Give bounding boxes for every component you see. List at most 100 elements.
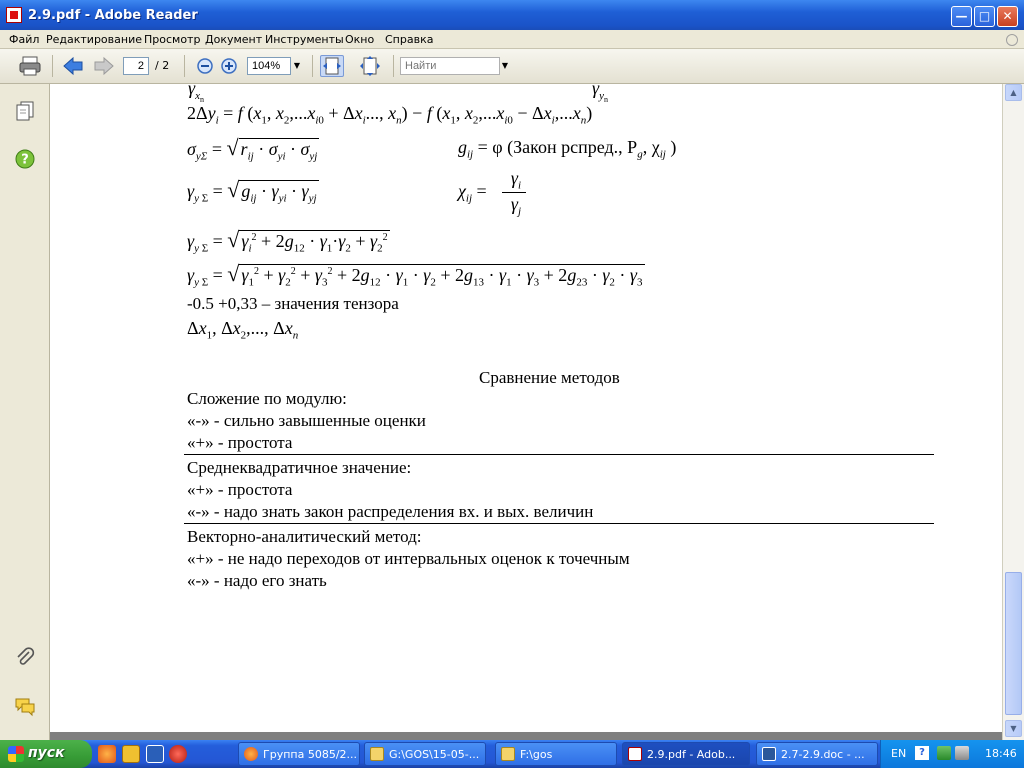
formula-top-cut: γxn xyxy=(188,84,204,104)
menu-bar: Файл Редактирование Просмотр Документ Ин… xyxy=(0,30,1024,49)
taskbar-item[interactable]: F:\gos xyxy=(495,742,617,766)
comments-icon[interactable] xyxy=(14,695,36,717)
method-line: «-» - сильно завышенные оценки xyxy=(187,411,426,430)
navigation-panel: ? xyxy=(0,84,50,740)
task-label: 2.9.pdf - Adob... xyxy=(647,748,736,761)
sigma-symbol: σ xyxy=(187,139,196,159)
window-title: 2.9.pdf - Adobe Reader xyxy=(28,8,198,23)
formula-gamma-g: γy Σ = √ gij · γyi · γyj xyxy=(187,177,319,205)
pages-icon[interactable] xyxy=(14,100,36,122)
formula-gamma-two: γy Σ = √ γi2 + 2g12 · γ1·γ2 + γ22 xyxy=(187,227,390,255)
media-quicklaunch-icon[interactable] xyxy=(169,745,187,763)
clock[interactable]: 18:46 xyxy=(985,747,1017,760)
find-dropdown-arrow-icon[interactable]: ▼ xyxy=(498,57,512,75)
menu-tools[interactable]: Инструменты xyxy=(265,33,344,46)
zoom-in-icon[interactable] xyxy=(218,55,242,77)
method-line: «+» - простота xyxy=(187,480,293,499)
scrollbar-thumb[interactable] xyxy=(1005,572,1022,715)
menu-window[interactable]: Окно xyxy=(345,33,374,46)
title-bar: 2.9.pdf - Adobe Reader — □ ✕ xyxy=(0,0,1024,30)
help-icon[interactable]: ? xyxy=(14,148,36,170)
task-label: Группа 5085/2... xyxy=(263,748,358,761)
previous-page-icon[interactable] xyxy=(61,55,85,77)
language-indicator[interactable]: EN xyxy=(891,747,906,760)
pdf-app-icon xyxy=(6,7,22,23)
formula-gamma-three: γy Σ = √ γ12 + γ22 + γ32 + 2g12 · γ1 · γ2… xyxy=(187,261,645,289)
close-button[interactable]: ✕ xyxy=(997,6,1018,27)
divider xyxy=(184,454,934,455)
taskbar-item-active[interactable]: 2.9.pdf - Adob... xyxy=(622,742,750,766)
chi-denominator: γj xyxy=(510,194,522,218)
method-line: «+» - простота xyxy=(187,433,293,452)
task-label: G:\GOS\15-05-... xyxy=(389,748,480,761)
page-number-input[interactable] xyxy=(123,57,149,75)
method-heading: Векторно-аналитический метод: xyxy=(187,527,422,546)
section-title: Сравнение методов xyxy=(479,368,620,387)
page-total: / 2 xyxy=(155,59,170,72)
safely-remove-hardware-icon[interactable] xyxy=(937,746,951,760)
windows-logo-icon xyxy=(8,746,24,762)
formula-delta-x-list: Δx1, Δx2,..., Δxn xyxy=(187,318,299,342)
find-input[interactable] xyxy=(400,57,500,75)
method-heading: Среднеквадратичное значение: xyxy=(187,458,412,477)
menu-view[interactable]: Просмотр xyxy=(144,33,200,46)
method-heading: Сложение по модулю: xyxy=(187,389,347,408)
menu-document[interactable]: Документ xyxy=(205,33,262,46)
chi-numerator: γi xyxy=(510,168,522,192)
fit-width-icon[interactable] xyxy=(320,55,344,77)
pdf-page: γxn γyn 2Δyi = f (x1, x2,...xi0 + Δxi...… xyxy=(50,84,1002,732)
tensor-values-line: -0.5 +0,33 – значения тензора xyxy=(187,294,399,313)
menu-options-icon[interactable] xyxy=(1006,34,1018,46)
vertical-scrollbar[interactable]: ▲ ▼ xyxy=(1002,84,1024,740)
svg-text:?: ? xyxy=(21,153,29,168)
taskbar-item[interactable]: Группа 5085/2... xyxy=(238,742,360,766)
menu-edit[interactable]: Редактирование xyxy=(46,33,142,46)
volume-icon[interactable] xyxy=(955,746,969,760)
show-desktop-icon[interactable] xyxy=(146,745,164,763)
firefox-quicklaunch-icon[interactable] xyxy=(98,745,116,763)
attachments-paperclip-icon[interactable] xyxy=(14,646,36,668)
formula-g-ij: gij = φ (Закон рспред., Pg, χij ) xyxy=(458,137,677,161)
help-tray-icon[interactable]: ? xyxy=(915,746,929,760)
maximize-button[interactable]: □ xyxy=(974,6,995,27)
g-symbol: g xyxy=(458,137,467,157)
taskbar-item[interactable]: G:\GOS\15-05-... xyxy=(364,742,486,766)
sigma-r: r xyxy=(240,139,248,159)
zoom-out-icon[interactable] xyxy=(194,55,218,77)
g-rhs-chi: , χ xyxy=(642,137,660,157)
formula-delta-y: 2Δyi = f (x1, x2,...xi0 + Δxi..., xn) − … xyxy=(187,103,593,127)
taskbar-item[interactable]: 2.7-2.9.doc - ... xyxy=(756,742,878,766)
scroll-up-icon[interactable]: ▲ xyxy=(1005,84,1022,101)
zoom-level-input[interactable] xyxy=(247,57,291,75)
start-label: пуск xyxy=(28,745,65,761)
method-line: «+» - не надо переходов от интервальных … xyxy=(187,549,630,568)
g-rhs-close: ) xyxy=(670,137,677,157)
zoom-dropdown-arrow-icon[interactable]: ▼ xyxy=(290,57,304,75)
method-line: «-» - надо его знать xyxy=(187,571,327,590)
method-line: «-» - надо знать закон распределения вх.… xyxy=(187,502,594,521)
toolbar: / 2 ▼ ▼ xyxy=(0,49,1024,84)
print-icon[interactable] xyxy=(18,55,42,77)
system-tray: EN ? 18:46 xyxy=(880,740,1024,768)
menu-file[interactable]: Файл xyxy=(9,33,39,46)
formula-chi-ratio: χij = xyxy=(458,181,487,205)
formula-sigma-sum: σyΣ = √ rij · σyi · σyj xyxy=(187,135,320,163)
sigma-subscript: yΣ xyxy=(195,150,208,163)
word-doc-icon xyxy=(762,747,776,761)
task-label: F:\gos xyxy=(520,748,553,761)
task-label: 2.7-2.9.doc - ... xyxy=(781,748,865,761)
firefox-icon xyxy=(244,747,258,761)
scroll-down-icon[interactable]: ▼ xyxy=(1005,720,1022,737)
document-view[interactable]: γxn γyn 2Δyi = f (x1, x2,...xi0 + Δxi...… xyxy=(50,84,1002,740)
taskbar: пуск Группа 5085/2... G:\GOS\15-05-... F… xyxy=(0,740,1024,768)
folder-icon xyxy=(501,747,515,761)
formula-top-cut-right: γyn xyxy=(592,84,608,104)
minimize-button[interactable]: — xyxy=(951,6,972,27)
divider xyxy=(184,523,934,524)
menu-help[interactable]: Справка xyxy=(385,33,433,46)
fit-page-icon[interactable] xyxy=(358,55,382,77)
start-button[interactable]: пуск xyxy=(0,740,92,768)
next-page-icon[interactable] xyxy=(92,55,116,77)
clock-quicklaunch-icon[interactable] xyxy=(122,745,140,763)
g-rhs-text: = φ (Закон рспред., P xyxy=(477,137,638,157)
